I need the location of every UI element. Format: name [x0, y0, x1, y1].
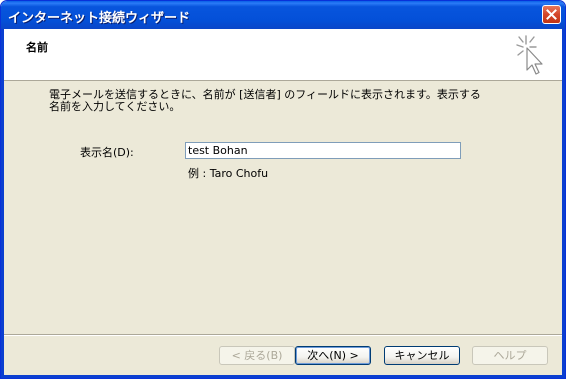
wizard-sparkle-cursor-icon — [516, 35, 543, 75]
cancel-button[interactable]: キャンセル — [384, 346, 460, 365]
display-name-input[interactable] — [185, 142, 461, 159]
wizard-content: 電子メールを送信するときに、名前が [送信者] のフィールドに表示されます。表示… — [4, 81, 562, 336]
help-button[interactable]: ヘルプ — [472, 346, 548, 365]
page-title: 名前 — [26, 41, 48, 54]
window-border-bottom — [1, 375, 565, 378]
close-icon — [546, 9, 557, 20]
close-button[interactable] — [542, 5, 561, 24]
wizard-window: インターネット接続ウィザード 名前 電子メールを送信するときに、名前が [送信者… — [0, 0, 566, 379]
next-button[interactable]: 次へ(N) > — [295, 346, 371, 365]
example-text: 例 : Taro Chofu — [188, 167, 269, 180]
back-button[interactable]: < 戻る(B) — [219, 346, 295, 365]
window-border-right — [562, 29, 565, 378]
window-title: インターネット接続ウィザード — [8, 11, 191, 26]
display-name-label: 表示名(D): — [80, 146, 134, 159]
description-text: 電子メールを送信するときに、名前が [送信者] のフィールドに表示されます。表示… — [49, 88, 481, 113]
title-bar[interactable]: インターネット接続ウィザード — [1, 1, 565, 29]
wizard-header: 名前 — [4, 29, 562, 81]
button-separator — [4, 334, 562, 336]
